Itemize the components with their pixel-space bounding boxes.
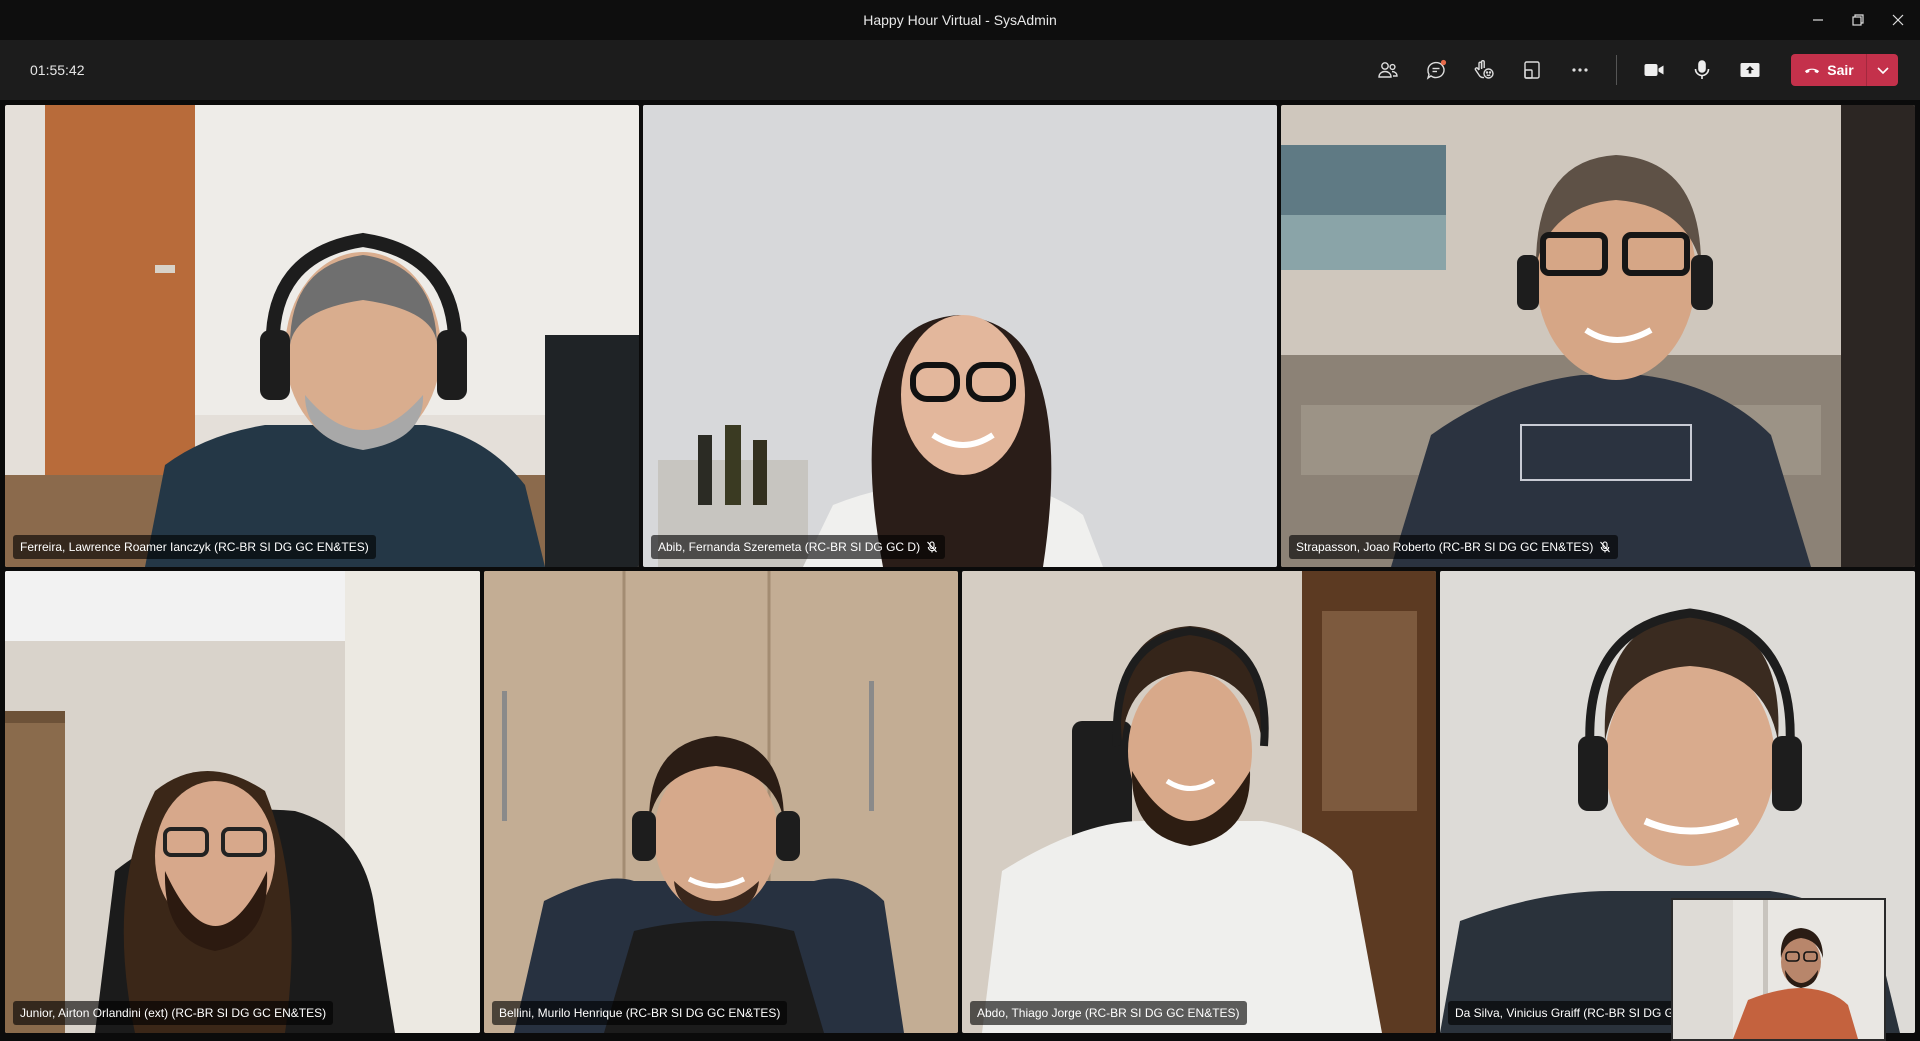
chat-icon	[1426, 59, 1447, 80]
camera-icon	[1644, 64, 1664, 76]
phone-hangup-icon	[1805, 68, 1820, 74]
participant-name-tag: Ferreira, Lawrence Roamer Ianczyk (RC-BR…	[13, 535, 376, 559]
participant-name-tag: Abib, Fernanda Szeremeta (RC-BR SI DG GC…	[651, 535, 946, 559]
participant-name-tag: Abdo, Thiago Jorge (RC-BR SI DG GC EN&TE…	[970, 1001, 1247, 1025]
title-bar: Happy Hour Virtual - SysAdmin	[0, 0, 1920, 40]
chevron-down-icon	[1876, 67, 1889, 75]
close-icon	[1892, 14, 1904, 26]
reactions-button[interactable]	[1464, 50, 1504, 90]
minimize-icon	[1813, 19, 1823, 21]
reactions-icon	[1474, 60, 1494, 79]
leave-label: Sair	[1827, 62, 1854, 78]
participant-name-tag: Da Silva, Vinicius Graiff (RC-BR SI DG G…	[1448, 1001, 1674, 1025]
mic-muted-icon	[1600, 541, 1611, 553]
toolbar-divider	[1616, 55, 1617, 85]
camera-button[interactable]	[1634, 50, 1674, 90]
leave-options-button[interactable]	[1867, 54, 1898, 86]
participant-name: Strapasson, Joao Roberto (RC-BR SI DG GC…	[1296, 540, 1594, 554]
participant-tile[interactable]: Abdo, Thiago Jorge (RC-BR SI DG GC EN&TE…	[962, 571, 1436, 1033]
minimize-button[interactable]	[1798, 0, 1838, 40]
room-view-button[interactable]	[1512, 50, 1552, 90]
restore-icon	[1852, 14, 1864, 26]
chat-button[interactable]	[1416, 50, 1456, 90]
participant-video	[484, 571, 958, 1033]
more-icon	[1572, 68, 1588, 72]
close-button[interactable]	[1878, 0, 1918, 40]
more-options-button[interactable]	[1560, 50, 1600, 90]
microphone-button[interactable]	[1682, 50, 1722, 90]
self-view-video[interactable]	[1671, 898, 1886, 1041]
participant-name-tag: Strapasson, Joao Roberto (RC-BR SI DG GC…	[1289, 535, 1619, 559]
restore-button[interactable]	[1838, 0, 1878, 40]
participant-video	[5, 571, 480, 1033]
participant-video	[962, 571, 1436, 1033]
participant-tile[interactable]: Ferreira, Lawrence Roamer Ianczyk (RC-BR…	[5, 105, 639, 567]
participant-video	[1281, 105, 1915, 567]
participant-name: Abdo, Thiago Jorge (RC-BR SI DG GC EN&TE…	[977, 1006, 1240, 1020]
participants-icon	[1378, 62, 1398, 78]
participant-name: Da Silva, Vinicius Graiff (RC-BR SI DG G…	[1455, 1006, 1674, 1020]
participant-name-tag: Junior, Airton Orlandini (ext) (RC-BR SI…	[13, 1001, 334, 1025]
mic-muted-icon	[927, 541, 937, 553]
participant-tile[interactable]: Junior, Airton Orlandini (ext) (RC-BR SI…	[5, 571, 480, 1033]
participant-video	[643, 105, 1277, 567]
leave-button[interactable]: Sair	[1791, 54, 1866, 86]
self-video	[1673, 900, 1884, 1039]
participant-tile[interactable]: Strapasson, Joao Roberto (RC-BR SI DG GC…	[1281, 105, 1915, 567]
participant-name: Junior, Airton Orlandini (ext) (RC-BR SI…	[20, 1006, 327, 1020]
window-title: Happy Hour Virtual - SysAdmin	[863, 12, 1057, 28]
participant-tile[interactable]: Bellini, Murilo Henrique (RC-BR SI DG GC…	[484, 571, 958, 1033]
microphone-icon	[1694, 60, 1710, 79]
meeting-timer: 01:55:42	[30, 62, 85, 78]
participant-video	[5, 105, 639, 567]
participant-name: Bellini, Murilo Henrique (RC-BR SI DG GC…	[499, 1006, 781, 1020]
leave-button-group: Sair	[1791, 54, 1898, 86]
participant-tile[interactable]: Abib, Fernanda Szeremeta (RC-BR SI DG GC…	[643, 105, 1277, 567]
share-screen-button[interactable]	[1730, 50, 1770, 90]
participant-name: Abib, Fernanda Szeremeta (RC-BR SI DG GC…	[658, 540, 921, 554]
meeting-toolbar: 01:55:42 Sair	[0, 40, 1920, 100]
room-view-icon	[1524, 61, 1540, 79]
participant-name-tag: Bellini, Murilo Henrique (RC-BR SI DG GC…	[492, 1001, 788, 1025]
participant-name: Ferreira, Lawrence Roamer Ianczyk (RC-BR…	[20, 540, 369, 554]
participants-button[interactable]	[1368, 50, 1408, 90]
share-screen-icon	[1740, 63, 1760, 77]
